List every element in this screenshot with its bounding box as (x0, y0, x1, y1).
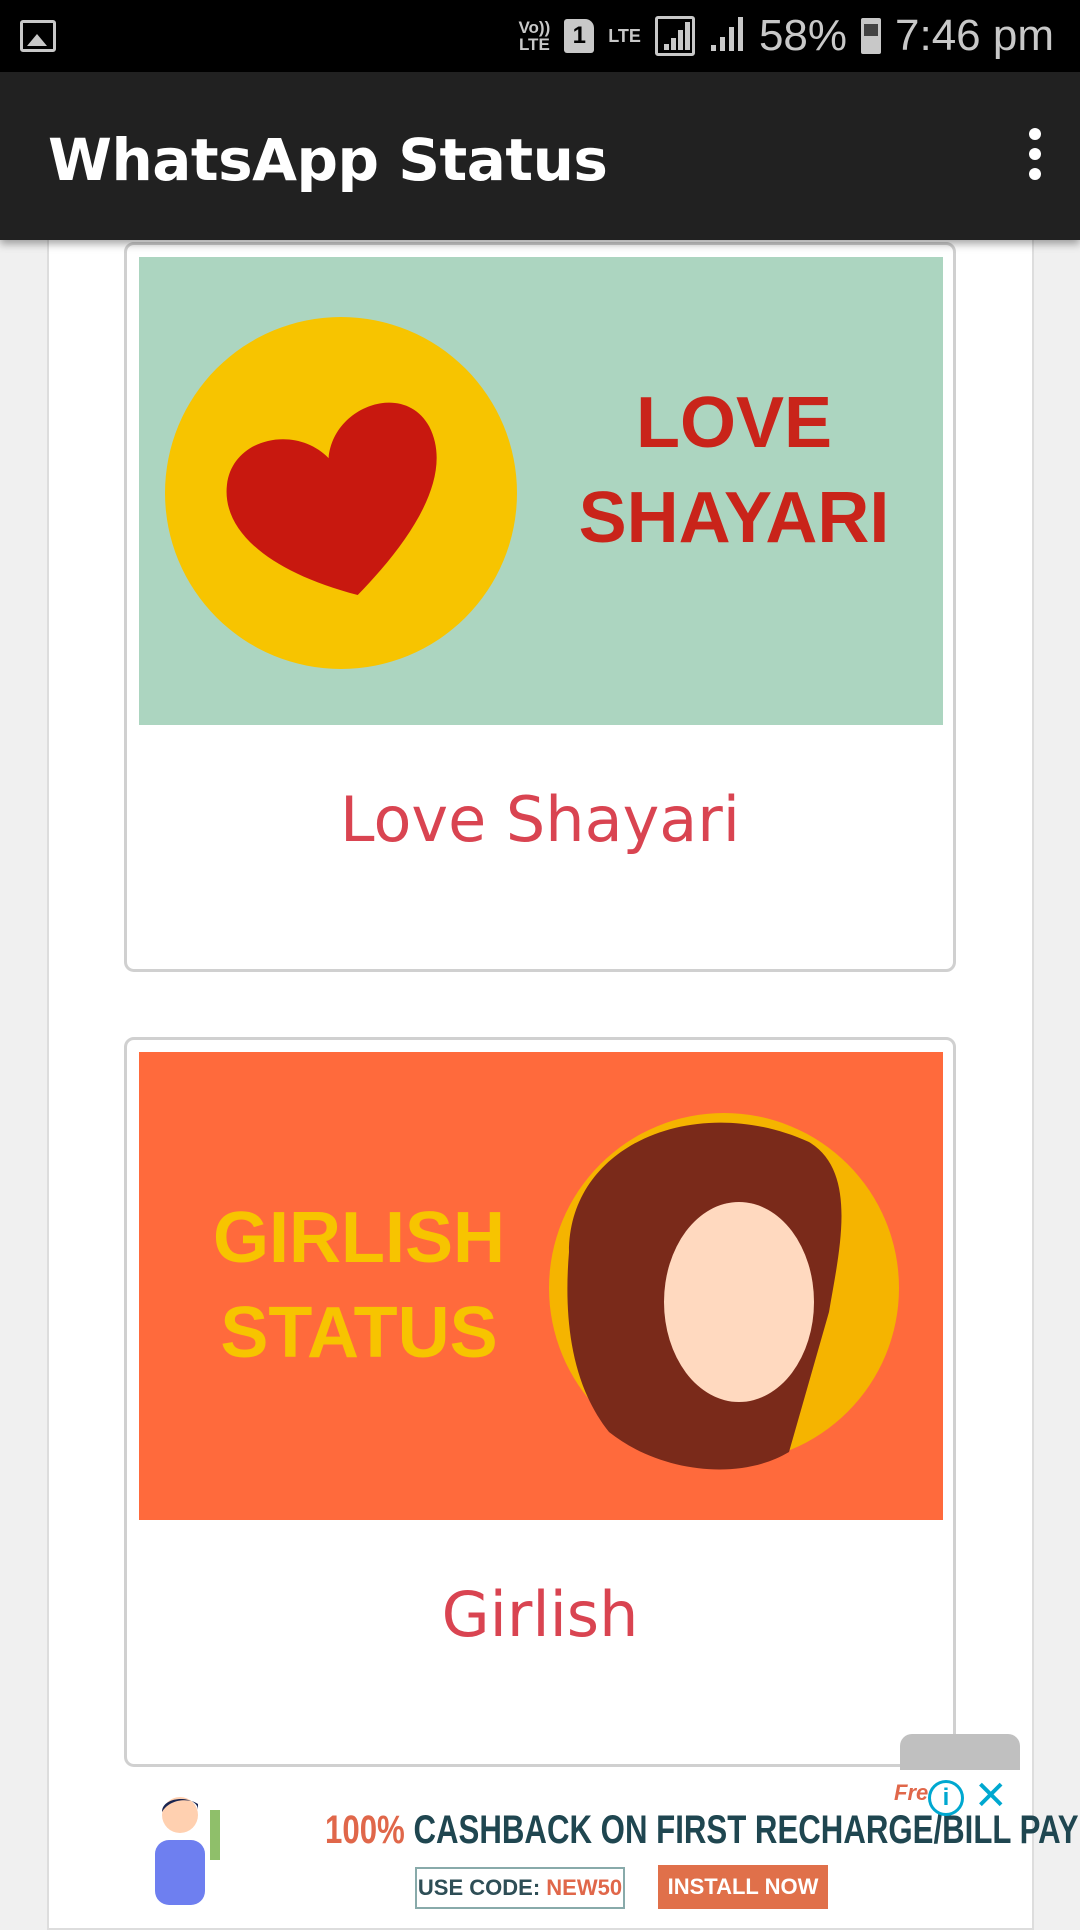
battery-percent: 58% (758, 11, 848, 60)
app-bar: WhatsApp Status (0, 72, 1080, 240)
ad-person-illustration (155, 1797, 220, 1905)
card-label: Girlish (441, 1578, 639, 1651)
image-title-line-1: GIRLISH (213, 1198, 505, 1278)
overflow-menu-icon[interactable] (1020, 128, 1050, 184)
category-card-love-shayari[interactable]: LOVE SHAYARI Love Shayari (124, 242, 956, 972)
image-title-line-2: STATUS (220, 1293, 497, 1373)
image-title-line-2: SHAYARI (579, 478, 890, 558)
ad-brand-logo: Fre (894, 1780, 929, 1805)
ad-banner[interactable]: 100% CASHBACK ON FIRST RECHARGE/BILL PAY… (70, 1770, 1080, 1920)
ad-install-button[interactable]: INSTALL NOW (658, 1865, 828, 1909)
ad-close-icon[interactable]: ✕ (974, 1774, 1008, 1818)
signal-icon (654, 16, 695, 56)
clock: 7:46 pm (895, 11, 1054, 60)
image-notification-icon (20, 20, 56, 52)
sim-icon: 1 (564, 19, 595, 53)
app-title: WhatsApp Status (48, 126, 608, 194)
signal-2-icon (709, 17, 745, 54)
scroll-to-top-button[interactable] (900, 1734, 1020, 1774)
girlish-status-image: GIRLISH STATUS (139, 1052, 943, 1520)
ad-promo-code: USE CODE: NEW50 (415, 1867, 625, 1909)
image-title-line-1: LOVE (636, 383, 832, 463)
battery-icon (861, 18, 882, 54)
ad-info-icon[interactable]: i (928, 1780, 964, 1816)
status-bar: Vo)) LTE 1 LTE 58% 7:46 pm (0, 0, 1080, 72)
love-shayari-image: LOVE SHAYARI (139, 257, 943, 725)
lte-icon: LTE (608, 26, 641, 46)
category-card-girlish[interactable]: GIRLISH STATUS Girlish (124, 1037, 956, 1767)
volte-icon: Vo)) LTE (518, 18, 551, 54)
card-label: Love Shayari (340, 783, 740, 856)
ad-headline: 100% CASHBACK ON FIRST RECHARGE/BILL PAY… (325, 1808, 1080, 1852)
